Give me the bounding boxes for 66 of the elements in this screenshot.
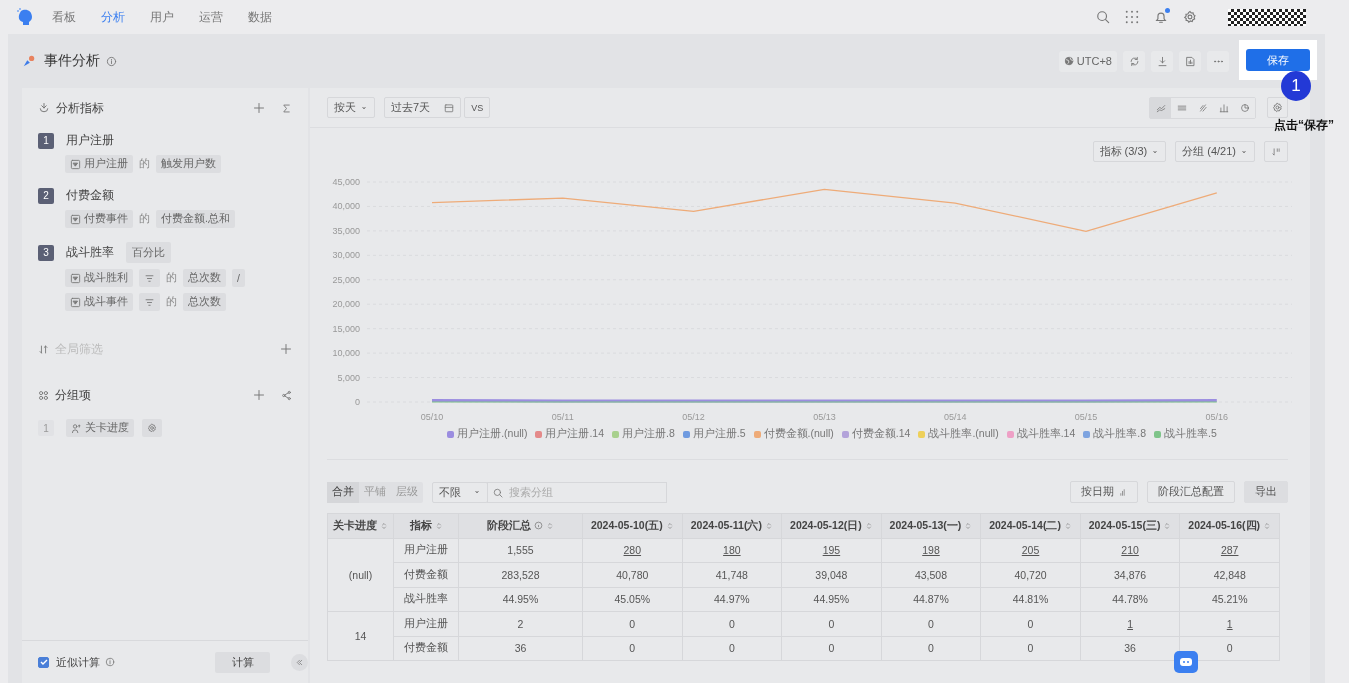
checkbox-label: 近似计算 bbox=[56, 654, 100, 670]
tick-label: 05/10 bbox=[420, 412, 444, 422]
table-cell: 0 bbox=[582, 636, 683, 661]
table-cell: 43,508 bbox=[881, 562, 981, 587]
table-cell: 45.05% bbox=[582, 587, 683, 612]
index-badge: 3 bbox=[38, 244, 54, 261]
tick-label: 05/16 bbox=[1205, 412, 1229, 422]
table-cell: 39,048 bbox=[781, 562, 882, 587]
tick-label: 05/12 bbox=[682, 412, 705, 422]
table-cell: 0 bbox=[881, 636, 981, 661]
table-cell: 44.81% bbox=[980, 587, 1081, 612]
index-badge: 1 bbox=[38, 420, 54, 436]
page-title: 事件分析 bbox=[44, 52, 100, 70]
table-cell: 44.78% bbox=[1080, 587, 1180, 612]
tick-label: 05/11 bbox=[551, 412, 574, 422]
table-cell: 0 bbox=[781, 611, 882, 636]
tick-label: 30,000 bbox=[332, 250, 360, 261]
table-cell: 用户注册 bbox=[393, 611, 459, 636]
tick-label: 35,000 bbox=[332, 225, 360, 236]
table-cell: 付费金额 bbox=[393, 562, 459, 587]
tick-label: 45,000 bbox=[332, 177, 360, 187]
table-cell: 36 bbox=[458, 636, 583, 661]
section-title: 分析指标 bbox=[56, 99, 104, 117]
table-cell: 用户注册 bbox=[393, 538, 459, 563]
table-cell: 0 bbox=[980, 611, 1081, 636]
table-cell: 40,720 bbox=[980, 562, 1081, 587]
tick-label: 25,000 bbox=[332, 274, 360, 285]
table-cell: 44.95% bbox=[458, 587, 583, 612]
tick-label: 05/15 bbox=[1074, 412, 1098, 422]
index-badge: 1 bbox=[38, 132, 54, 149]
connector-text: 的 bbox=[139, 212, 150, 226]
table-cell: 44.97% bbox=[682, 587, 782, 612]
table-cell: (null) bbox=[327, 538, 394, 612]
table-cell: 45.21% bbox=[1179, 587, 1280, 612]
connector-text: 的 bbox=[166, 295, 177, 309]
section-title: 分组项 bbox=[55, 386, 91, 404]
table-cell: 0 bbox=[881, 611, 981, 636]
tick-label: 0 bbox=[355, 397, 360, 407]
connector-text: 的 bbox=[139, 157, 150, 171]
tick-label: 10,000 bbox=[332, 348, 360, 359]
tick-label: 05/13 bbox=[813, 412, 836, 422]
table-cell: 14 bbox=[327, 611, 394, 661]
table-cell: 0 bbox=[682, 636, 782, 661]
table-cell: 283,528 bbox=[458, 562, 583, 587]
table-cell: 40,780 bbox=[582, 562, 683, 587]
table-cell: 44.87% bbox=[881, 587, 981, 612]
connector-text: 的 bbox=[166, 271, 177, 285]
tick-label: 20,000 bbox=[332, 299, 360, 310]
tick-label: 5,000 bbox=[337, 372, 360, 383]
table-cell: 2 bbox=[458, 611, 583, 636]
table-cell: 付费金额 bbox=[393, 636, 459, 661]
table-cell: 战斗胜率 bbox=[393, 587, 459, 612]
table-cell: 0 bbox=[980, 636, 1081, 661]
table-cell: 41,748 bbox=[682, 562, 782, 587]
tick-label: 40,000 bbox=[332, 201, 360, 212]
table-cell: 34,876 bbox=[1080, 562, 1180, 587]
table-cell: 0 bbox=[781, 636, 882, 661]
table-cell: 44.95% bbox=[781, 587, 882, 612]
index-badge: 2 bbox=[38, 187, 54, 204]
table-cell: 1,555 bbox=[458, 538, 583, 563]
table-cell: 0 bbox=[682, 611, 782, 636]
tick-label: 15,000 bbox=[332, 323, 360, 334]
guide-text: 点击“保存” bbox=[1274, 117, 1334, 134]
tick-label: 05/14 bbox=[943, 412, 967, 422]
table-cell: 42,848 bbox=[1179, 562, 1280, 587]
table-cell: 0 bbox=[582, 611, 683, 636]
